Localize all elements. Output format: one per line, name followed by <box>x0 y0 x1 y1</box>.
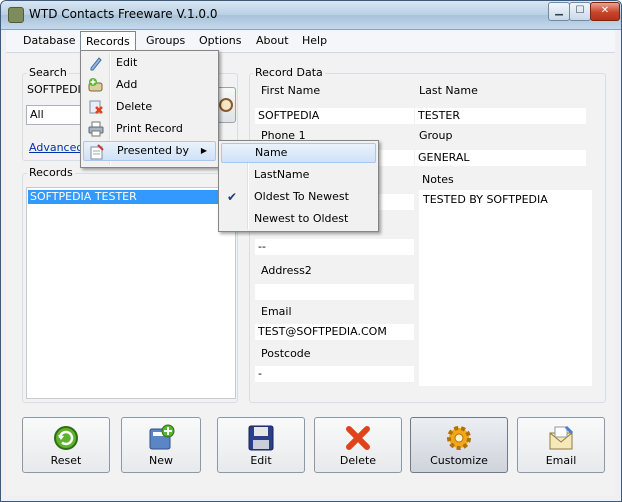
email-field[interactable]: TEST@SOFTPEDIA.COM <box>255 324 414 340</box>
search-group-label: Search <box>27 66 69 79</box>
floppy-disk-icon <box>248 425 274 451</box>
delete-icon <box>89 100 103 114</box>
menu-options[interactable]: Options <box>194 33 246 49</box>
menu-item-label: Name <box>255 146 288 159</box>
edit-button[interactable]: Edit <box>217 417 305 473</box>
menu-item-label: Delete <box>116 100 153 113</box>
advanced-search-link[interactable]: Advanced <box>29 141 83 154</box>
group-label: Group <box>419 129 453 142</box>
menu-item-presented-by[interactable]: Presented by ▶ <box>83 141 216 161</box>
title-bar[interactable]: WTD Contacts Freeware V.1.0.0 ▁ ☐ ✕ <box>1 1 621 30</box>
mail-icon <box>549 425 574 450</box>
new-button-label: New <box>149 454 173 467</box>
address2-field[interactable] <box>255 284 414 300</box>
add-icon <box>88 78 103 92</box>
postcode-field[interactable]: - <box>255 366 414 382</box>
menu-item-label: Print Record <box>116 122 183 135</box>
pencil-icon <box>90 57 102 71</box>
window-title: WTD Contacts Freeware V.1.0.0 <box>29 7 218 21</box>
reset-button-label: Reset <box>50 454 82 467</box>
edit-button-label: Edit <box>250 454 272 467</box>
menu-item-label: Edit <box>116 56 138 69</box>
email-button[interactable]: Email <box>517 417 605 473</box>
menu-groups[interactable]: Groups <box>141 33 190 49</box>
minimize-button[interactable]: ▁ <box>548 2 570 21</box>
record-data-group-label: Record Data <box>253 66 325 79</box>
checkmark-icon: ✔ <box>227 190 238 204</box>
menu-help[interactable]: Help <box>297 33 332 49</box>
app-window: WTD Contacts Freeware V.1.0.0 ▁ ☐ ✕ Data… <box>0 0 622 502</box>
submenu-arrow-icon: ▶ <box>200 146 207 155</box>
records-list[interactable]: SOFTPEDIA TESTER <box>26 187 236 399</box>
delete-button[interactable]: Delete <box>314 417 402 473</box>
sort-oldest-to-newest[interactable]: ✔ Oldest To Newest <box>221 187 376 207</box>
notepad-icon <box>90 144 104 160</box>
email-button-label: Email <box>545 454 577 467</box>
menu-item-print-record[interactable]: Print Record <box>83 119 216 139</box>
menu-item-add[interactable]: Add <box>83 75 216 95</box>
menu-item-delete[interactable]: Delete <box>83 97 216 117</box>
customize-button-label: Customize <box>430 454 488 467</box>
phone2-field[interactable]: -- <box>255 239 414 255</box>
delete-button-label: Delete <box>339 454 377 467</box>
sort-newest-to-oldest[interactable]: Newest to Oldest <box>221 209 376 229</box>
app-icon <box>8 7 24 23</box>
address2-label: Address2 <box>261 264 312 277</box>
last-name-field[interactable]: TESTER <box>415 108 586 124</box>
records-group-label: Records <box>27 166 75 179</box>
customize-button[interactable]: Customize <box>410 417 508 473</box>
delete-x-icon <box>346 426 370 450</box>
reset-button[interactable]: Reset <box>22 417 110 473</box>
menu-item-label: Newest to Oldest <box>254 212 349 225</box>
last-name-label: Last Name <box>419 84 478 97</box>
first-name-label: First Name <box>261 84 321 97</box>
list-item[interactable]: SOFTPEDIA TESTER <box>28 190 234 204</box>
search-icon <box>219 98 233 112</box>
new-button[interactable]: New <box>121 417 201 473</box>
maximize-button[interactable]: ☐ <box>569 2 591 21</box>
close-button[interactable]: ✕ <box>590 2 620 21</box>
group-field[interactable]: GENERAL <box>415 150 586 166</box>
first-name-field[interactable]: SOFTPEDIA <box>255 108 414 124</box>
reset-icon <box>54 426 78 450</box>
records-menu: Edit Add Delete Print Record Presented b… <box>80 50 219 168</box>
menu-database[interactable]: Database <box>18 33 81 49</box>
new-record-icon <box>149 424 175 450</box>
menu-item-label: Add <box>116 78 138 91</box>
menu-item-edit[interactable]: Edit <box>83 53 216 73</box>
gear-icon <box>447 426 471 450</box>
menu-item-label: Oldest To Newest <box>254 190 349 203</box>
printer-icon <box>88 121 104 137</box>
menu-records[interactable]: Records <box>80 31 136 51</box>
sort-by-lastname[interactable]: LastName <box>221 165 376 185</box>
notes-field[interactable]: TESTED BY SOFTPEDIA <box>419 190 592 386</box>
sort-by-name[interactable]: Name <box>221 143 376 163</box>
email-label: Email <box>261 305 292 318</box>
menu-about[interactable]: About <box>251 33 294 49</box>
menu-item-label: Presented by <box>117 144 190 157</box>
notes-label: Notes <box>422 173 454 186</box>
presented-by-submenu: Name LastName ✔ Oldest To Newest Newest … <box>218 140 379 232</box>
menu-item-label: LastName <box>254 168 310 181</box>
postcode-label: Postcode <box>261 347 311 360</box>
